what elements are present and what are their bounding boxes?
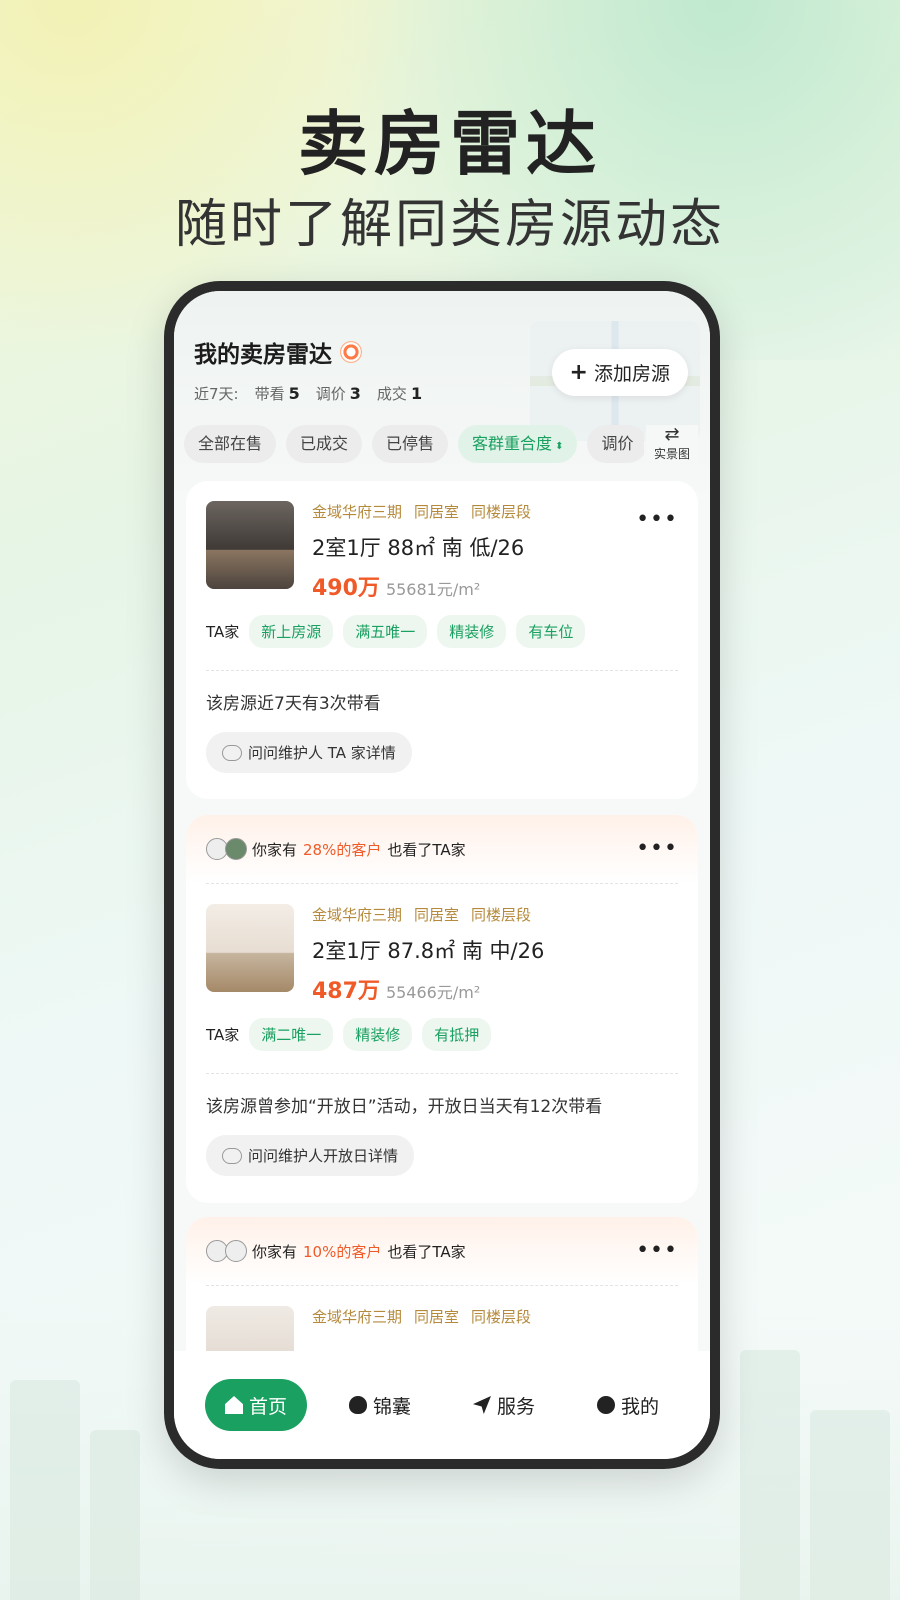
sort-icon: ⬍ (555, 441, 564, 452)
tab-customer-overlap[interactable]: 客群重合度 ⬍ (458, 425, 578, 463)
listing-info: 金域华府三期 同居室 同楼层段 (312, 1306, 531, 1327)
tab-home[interactable]: 首页 (204, 1379, 307, 1431)
money-bag-icon (348, 1396, 367, 1414)
profile-icon (596, 1396, 615, 1414)
chat-bubble-icon (222, 1147, 242, 1164)
hero-subtitle: 随时了解同类房源动态 (174, 195, 725, 255)
label-chip: 满二唯一 (249, 1018, 334, 1051)
overlap-percent: 28%的客户 (303, 840, 382, 859)
tab-tips[interactable]: 锦囊 (329, 1379, 431, 1431)
send-icon (472, 1396, 491, 1414)
swap-icon: ⇄ (664, 424, 680, 445)
ask-agent-label: 问问维护人 TA 家详情 (248, 744, 396, 762)
overlap-header: 你家有 10%的客户 也看了TA家 ••• (186, 1217, 698, 1285)
tab-off-market[interactable]: 已停售 (372, 425, 449, 463)
chat-bubble-icon (222, 744, 242, 761)
listing-photo[interactable] (206, 904, 294, 992)
listing-info: 金域华府三期 同居室 同楼层段 2室1厅 87.8㎡ 南 中/26 487万 554… (312, 904, 544, 1005)
listing-tags: 金域华府三期 同居室 同楼层段 (312, 906, 532, 924)
add-listing-button[interactable]: + 添加房源 (551, 349, 688, 396)
avatar-group (206, 838, 247, 860)
more-icon[interactable]: ••• (636, 1240, 678, 1262)
listing-summary: 金域华府三期 同居室 同楼层段 2室1厅 88㎡ 南 低/26 490万 55681… (186, 481, 698, 601)
listing-note: 该房源曾参加“开放日”活动，开放日当天有12次带看 (206, 1097, 603, 1117)
bottom-tab-bar: 首页 锦囊 服务 我的 (174, 1351, 710, 1459)
listing-tags: 金域华府三期 同居室 同楼层段 (312, 503, 532, 521)
listing-photo[interactable] (206, 501, 294, 589)
radar-logo-icon (340, 341, 362, 363)
listing-note: 该房源近7天有3次带看 (206, 694, 381, 714)
phone-frame: 我的卖房雷达 近7天: 带看 5 调价 3 成交 1 + 添加房源 全部在售 已成交 … (164, 281, 720, 1469)
label-chip: 满五唯一 (343, 615, 428, 648)
unit-price: 55681元/m² (385, 580, 481, 599)
filter-tabs: 全部在售 已成交 已停售 客群重合度 ⬍ 调价 (184, 425, 644, 465)
add-listing-label: 添加房源 (593, 363, 670, 385)
page-title-text: 我的卖房雷达 (194, 342, 332, 368)
hero-title: 卖房雷达 (298, 103, 602, 185)
owner-label: TA家 (206, 623, 240, 641)
owner-label: TA家 (206, 1026, 240, 1044)
tab-price-change[interactable]: 调价 (587, 425, 644, 463)
label-chip: 新上房源 (249, 615, 334, 648)
listing-spec: 2室1厅 88㎡ 南 低/26 (312, 536, 525, 560)
listing-card[interactable]: 你家有 28%的客户 也看了TA家 ••• 金域华府三期 同居室 同楼层段 2室1厅… (186, 815, 698, 1203)
label-chip: 有车位 (516, 615, 586, 648)
stat-viewings: 带看 5 (254, 384, 300, 403)
tab-all-on-sale[interactable]: 全部在售 (184, 425, 277, 463)
overlap-percent: 10%的客户 (303, 1242, 382, 1261)
listing-tags: 金域华府三期 同居室 同楼层段 (312, 1308, 532, 1326)
listing-labels: TA家 新上房源 满五唯一 精装修 有车位 (186, 601, 698, 670)
ask-agent-button[interactable]: 问问维护人 TA 家详情 (206, 732, 412, 773)
label-chip: 精装修 (437, 615, 507, 648)
scene-view-label: 实景图 (653, 447, 690, 461)
ask-agent-button[interactable]: 问问维护人开放日详情 (206, 1135, 415, 1176)
label-chip: 有抵押 (422, 1018, 492, 1051)
listing-info: 金域华府三期 同居室 同楼层段 2室1厅 88㎡ 南 低/26 490万 55681… (312, 501, 531, 602)
listing-spec: 2室1厅 87.8㎡ 南 中/26 (312, 939, 545, 963)
phone-screen: 我的卖房雷达 近7天: 带看 5 调价 3 成交 1 + 添加房源 全部在售 已成交 … (174, 291, 710, 1459)
plus-icon: + (569, 360, 588, 385)
total-price: 490万 (312, 576, 380, 601)
stat-deals: 成交 1 (376, 384, 423, 403)
listing-labels: TA家 满二唯一 精装修 有抵押 (186, 1004, 698, 1073)
tab-sold[interactable]: 已成交 (286, 425, 363, 463)
unit-price: 55466元/m² (385, 983, 481, 1002)
total-price: 487万 (312, 979, 380, 1004)
scene-view-button[interactable]: ⇄ 实景图 (646, 425, 698, 462)
weekly-stats: 近7天: 带看 5 调价 3 成交 1 (194, 383, 422, 404)
tab-services[interactable]: 服务 (453, 1379, 555, 1431)
page-title: 我的卖房雷达 (194, 335, 362, 369)
listing-card[interactable]: 金域华府三期 同居室 同楼层段 2室1厅 88㎡ 南 低/26 490万 55681… (186, 481, 698, 799)
label-chip: 精装修 (343, 1018, 413, 1051)
more-icon[interactable]: ••• (636, 507, 678, 532)
home-icon (224, 1396, 243, 1414)
ask-agent-label: 问问维护人开放日详情 (248, 1147, 399, 1165)
overlap-header: 你家有 28%的客户 也看了TA家 ••• (186, 815, 698, 883)
listing-summary: 金域华府三期 同居室 同楼层段 2室1厅 87.8㎡ 南 中/26 487万 554… (186, 884, 698, 1004)
listing-price: 487万 55466元/m² (312, 973, 544, 1005)
stat-price-changes: 调价 3 (315, 384, 361, 403)
more-icon[interactable]: ••• (636, 838, 678, 860)
listing-price: 490万 55681元/m² (312, 570, 531, 602)
avatar-group (206, 1240, 247, 1262)
tab-profile[interactable]: 我的 (577, 1379, 679, 1431)
stats-prefix: 近7天: (194, 385, 239, 403)
